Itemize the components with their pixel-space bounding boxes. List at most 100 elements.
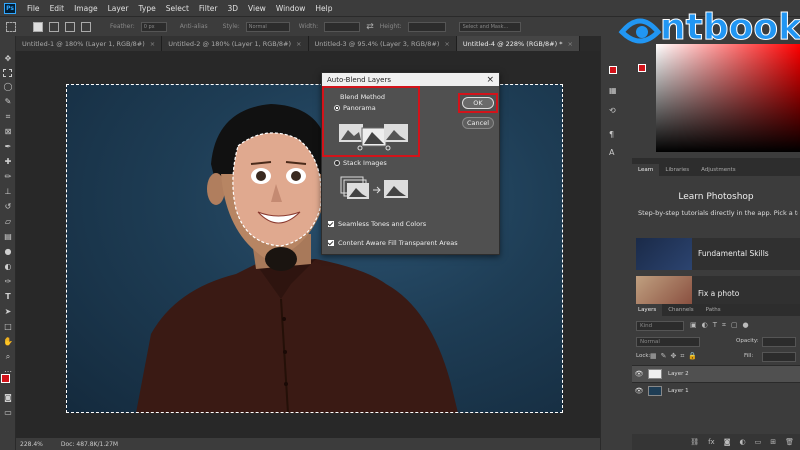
tab-untitled-4[interactable]: Untitled-4 @ 228% (RGB/8#) * × [456, 36, 580, 51]
tab-channels[interactable]: Channels [662, 304, 699, 316]
layer-kind-filter[interactable]: Kind [636, 321, 684, 331]
new-selection-icon[interactable] [33, 21, 43, 32]
delete-layer-icon[interactable]: 🗑 [785, 438, 794, 446]
tab-learn[interactable]: Learn [632, 164, 660, 176]
style-select[interactable]: Normal [245, 21, 290, 32]
menu-3d[interactable]: 3D [222, 4, 243, 13]
color-chip[interactable] [609, 66, 617, 74]
paragraph-icon[interactable]: ¶ [609, 130, 619, 140]
cancel-button[interactable]: Cancel [462, 117, 494, 129]
menu-window[interactable]: Window [271, 4, 311, 13]
menu-help[interactable]: Help [310, 4, 337, 13]
tab-untitled-1[interactable]: Untitled-1 @ 180% (Layer 1, RGB/8#) × [16, 36, 163, 51]
eraser-tool-icon[interactable]: ▱ [3, 217, 13, 227]
fill-input[interactable] [762, 352, 796, 362]
width-input[interactable] [324, 21, 361, 32]
crop-tool-icon[interactable]: ⌗ [3, 112, 13, 122]
layer-row-layer-2[interactable]: 👁 Layer 2 [632, 365, 800, 382]
menu-layer[interactable]: Layer [103, 4, 134, 13]
opacity-input[interactable] [762, 337, 796, 347]
layer-row-layer-1[interactable]: 👁 Layer 1 [632, 382, 800, 399]
eye-icon[interactable]: 👁 [634, 370, 644, 378]
menu-file[interactable]: File [22, 4, 45, 13]
dodge-tool-icon[interactable]: ◐ [3, 262, 13, 272]
marquee-tool-icon[interactable] [3, 69, 12, 77]
healing-brush-icon[interactable]: ✚ [3, 157, 13, 167]
layer-thumbnail [648, 369, 662, 379]
panel-dock: ▦ ⟲ ¶ A [600, 36, 632, 450]
menu-type[interactable]: Type [134, 4, 161, 13]
menu-view[interactable]: View [243, 4, 271, 13]
close-icon[interactable]: × [567, 40, 572, 48]
add-selection-icon[interactable] [49, 21, 59, 32]
tutorial-card-fix-photo[interactable]: Fix a photo [636, 276, 800, 304]
height-input[interactable] [407, 21, 446, 32]
frame-tool-icon[interactable]: ⊠ [3, 127, 13, 137]
subtract-selection-icon[interactable] [65, 21, 75, 32]
tutorial-card-fundamental[interactable]: Fundamental Skills [636, 238, 800, 270]
link-layers-icon[interactable]: ⛓ [690, 438, 699, 446]
tab-paths[interactable]: Paths [700, 304, 727, 316]
tab-libraries[interactable]: Libraries [659, 164, 695, 176]
add-mask-icon[interactable]: ◙ [724, 438, 731, 446]
eyedropper-icon[interactable]: ✒ [3, 142, 13, 152]
rectangle-tool-icon[interactable]: □ [3, 322, 13, 332]
menu-select[interactable]: Select [161, 4, 194, 13]
close-icon[interactable]: × [444, 40, 449, 48]
quick-mask-icon[interactable]: ◙ [3, 393, 13, 403]
history-brush-icon[interactable]: ↺ [3, 202, 13, 212]
zoom-tool-icon[interactable]: ⌕ [3, 352, 13, 362]
opacity-label: Opacity: [736, 338, 759, 344]
history-icon[interactable]: ⟲ [609, 106, 619, 116]
group-icon[interactable]: ▭ [755, 438, 762, 446]
tab-layers[interactable]: Layers [632, 304, 663, 316]
swap-icon[interactable]: ⇄ [366, 22, 374, 32]
close-icon[interactable]: × [150, 40, 155, 48]
layer-filter-icons[interactable]: ▣◐T⌗▢● [690, 321, 780, 331]
stack-images-radio[interactable]: Stack Images [334, 159, 387, 167]
blend-method-highlight [322, 86, 420, 157]
content-aware-fill-checkbox[interactable]: Content Aware Fill Transparent Areas [328, 239, 458, 247]
menu-filter[interactable]: Filter [194, 4, 223, 13]
color-spectrum-field[interactable] [656, 44, 800, 152]
lock-icons[interactable]: ▦✎✥⌗🔒 [650, 352, 701, 361]
marquee-tool-icon[interactable] [6, 21, 16, 32]
tab-untitled-3[interactable]: Untitled-3 @ 95.4% (Layer 3, RGB/8#) × [308, 36, 457, 51]
clone-stamp-icon[interactable]: ⊥ [3, 187, 13, 197]
screen-mode-icon[interactable]: ▭ [3, 408, 13, 418]
gradient-tool-icon[interactable]: ▤ [3, 232, 13, 242]
foreground-color-chip[interactable] [638, 64, 646, 72]
feather-input[interactable]: 0 px [140, 21, 167, 32]
menu-edit[interactable]: Edit [45, 4, 70, 13]
close-icon[interactable]: × [296, 40, 301, 48]
antialias-checkbox[interactable]: Anti-alias [180, 23, 208, 30]
adjustment-layer-icon[interactable]: ◐ [740, 438, 746, 446]
tab-adjustments[interactable]: Adjustments [695, 164, 741, 176]
tab-untitled-2[interactable]: Untitled-2 @ 180% (Layer 1, RGB/8#) × [162, 36, 309, 51]
brush-tool-icon[interactable]: ✏ [3, 172, 13, 182]
select-and-mask-button[interactable]: Select and Mask... [458, 21, 521, 32]
new-layer-icon[interactable]: ⊞ [770, 438, 776, 446]
layer-style-icon[interactable]: fx [708, 438, 715, 446]
swatches-icon[interactable]: ▦ [609, 86, 619, 96]
move-tool-icon[interactable]: ✥ [3, 54, 13, 64]
close-icon[interactable]: × [486, 75, 494, 85]
path-select-icon[interactable]: ➤ [3, 307, 13, 317]
hand-tool-icon[interactable]: ✋ [3, 337, 13, 347]
doc-size: Doc: 487.8K/1.27M [60, 440, 119, 448]
quick-select-icon[interactable]: ✎ [3, 97, 13, 107]
type-tool-icon[interactable]: T [3, 292, 13, 302]
pen-tool-icon[interactable]: ✑ [3, 277, 13, 287]
lasso-tool-icon[interactable]: ◯ [3, 82, 13, 92]
zoom-level[interactable]: 228.4% [20, 441, 43, 448]
menu-image[interactable]: Image [69, 4, 103, 13]
watermark-eye-icon [618, 18, 662, 44]
character-icon[interactable]: A [609, 148, 619, 158]
blur-tool-icon[interactable]: ● [3, 247, 13, 257]
ok-highlight [458, 93, 498, 113]
seamless-tones-checkbox[interactable]: Seamless Tones and Colors [328, 220, 426, 228]
intersect-selection-icon[interactable] [81, 21, 91, 32]
blend-mode-select[interactable]: Normal [636, 337, 700, 347]
eye-icon[interactable]: 👁 [634, 387, 644, 395]
foreground-color-swatch[interactable] [1, 374, 10, 383]
